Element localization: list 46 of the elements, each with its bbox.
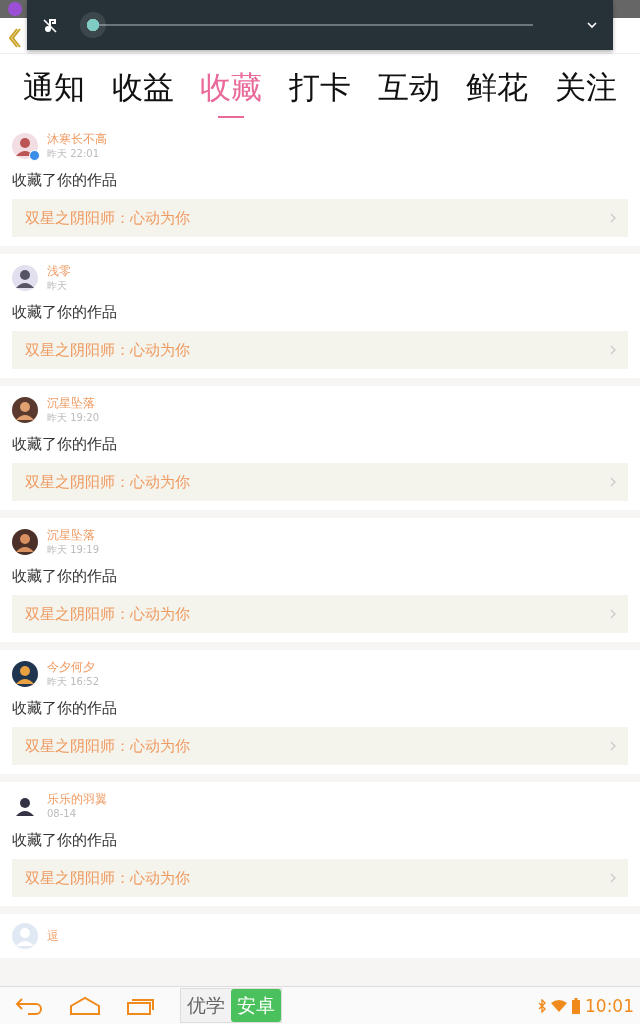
tab[interactable]: 通知 [23, 70, 86, 119]
user-name[interactable]: 今夕何夕 [47, 659, 99, 675]
user-name[interactable]: 浅零 [47, 263, 71, 279]
work-link[interactable]: 双星之阴阳师：心动为你 [12, 331, 628, 369]
activity-text: 收藏了你的作品 [12, 698, 118, 718]
battery-icon [572, 997, 580, 1014]
tab[interactable]: 互动 [377, 70, 440, 119]
avatar[interactable] [12, 661, 38, 687]
activity-text: 收藏了你的作品 [12, 302, 118, 322]
input-method-button[interactable]: 安卓 [231, 989, 281, 1022]
avatar[interactable] [12, 397, 38, 423]
chevron-right-icon [610, 213, 616, 223]
work-link[interactable]: 双星之阴阳师：心动为你 [12, 463, 628, 501]
tab[interactable]: 收藏 [200, 70, 263, 119]
timestamp: 08-14 [47, 807, 78, 821]
tab[interactable]: 打卡 [288, 70, 351, 119]
wifi-icon [551, 999, 567, 1012]
chevron-right-icon [610, 873, 616, 883]
tab[interactable]: 关注 [554, 70, 617, 119]
work-link[interactable]: 双星之阴阳师：心动为你 [12, 727, 628, 765]
chevron-right-icon [610, 477, 616, 487]
chevron-right-icon [610, 741, 616, 751]
input-method-button[interactable]: 优学 [181, 989, 231, 1022]
avatar[interactable] [12, 529, 38, 555]
user-name[interactable]: 沐寒长不高 [47, 131, 107, 147]
activity-text: 收藏了你的作品 [12, 830, 118, 850]
user-name[interactable]: 沉星坠落 [47, 527, 99, 543]
tab[interactable]: 收益 [111, 70, 174, 119]
tab[interactable]: 鲜花 [466, 70, 529, 119]
activity-text: 收藏了你的作品 [12, 566, 118, 586]
work-link[interactable]: 双星之阴阳师：心动为你 [12, 199, 628, 237]
avatar[interactable] [12, 265, 38, 291]
activity-text: 收藏了你的作品 [12, 434, 118, 454]
chevron-down-icon[interactable] [586, 21, 598, 29]
user-name[interactable]: 沉星坠落 [47, 395, 99, 411]
user-name[interactable]: 逗 [47, 928, 59, 944]
app-icon [8, 2, 22, 16]
activity-text: 收藏了你的作品 [12, 170, 118, 190]
chevron-right-icon [610, 345, 616, 355]
user-name[interactable]: 乐乐的羽翼 [47, 791, 107, 807]
chevron-right-icon [610, 609, 616, 619]
work-link[interactable]: 双星之阴阳师：心动为你 [12, 595, 628, 633]
bluetooth-icon [538, 998, 546, 1013]
music-off-icon[interactable] [42, 17, 58, 33]
work-link[interactable]: 双星之阴阳师：心动为你 [12, 859, 628, 897]
clock: 10:01 [585, 995, 634, 1016]
